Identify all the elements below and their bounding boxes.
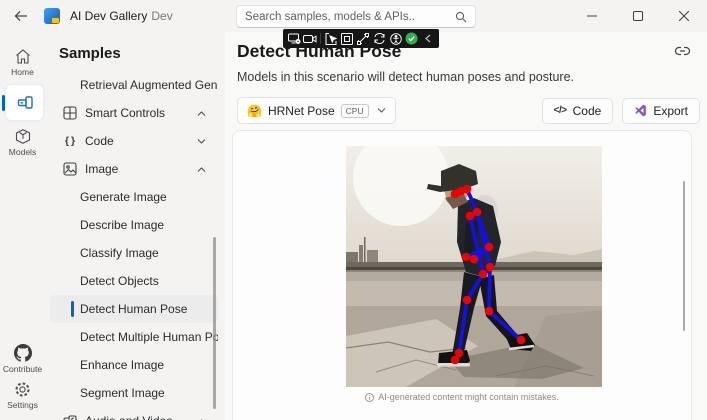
app-window: { "titlebar": { "app_title": "AI Dev Gal… (0, 0, 707, 420)
visual-studio-icon (634, 104, 647, 117)
selection-accent-bar (2, 95, 5, 111)
maximize-icon (633, 11, 643, 21)
sidebar-item-enhance-image[interactable]: Enhance Image (50, 351, 218, 379)
link-icon (675, 46, 690, 56)
chevron-down-icon (377, 108, 386, 113)
camera-switch-icon[interactable] (373, 31, 387, 47)
pointer-select-icon[interactable] (324, 31, 338, 47)
chevron-down-icon (197, 139, 206, 144)
home-icon (14, 48, 32, 65)
rail-item-label: Home (11, 67, 34, 77)
rail-item-models[interactable]: Models (3, 128, 43, 157)
video-camera-icon[interactable] (303, 31, 317, 47)
rail-item-label: Contribute (3, 364, 42, 374)
sidebar-item-describe-image[interactable]: Describe Image (50, 211, 218, 239)
chevron-up-icon (197, 111, 206, 116)
transform-arrows-icon[interactable] (356, 31, 370, 47)
rail-item-contribute[interactable]: Contribute (3, 344, 43, 374)
search-icon (455, 11, 467, 23)
ai-disclaimer: AI-generated content might contain mista… (233, 392, 691, 402)
sidebar-item-classify-image[interactable]: Classify Image (50, 239, 218, 267)
sidebar-item-retrieval-augmented-generation[interactable]: Retrieval Augmented Generation (50, 71, 218, 99)
close-icon (679, 11, 689, 21)
close-button[interactable] (661, 0, 707, 32)
pose-result-image (346, 146, 602, 387)
sidebar-item-generate-image[interactable]: Generate Image (50, 183, 218, 211)
back-arrow-icon (14, 10, 28, 22)
sidebar-group-audio-and-video[interactable]: Audio and Video (50, 407, 218, 420)
minimize-button[interactable] (569, 0, 615, 32)
page-description: Models in this scenario will detect huma… (237, 70, 707, 84)
sidebar-item-detect-human-pose[interactable]: Detect Human Pose (50, 295, 218, 323)
card-scrollbar[interactable] (683, 181, 686, 331)
back-button[interactable] (6, 4, 36, 28)
minimize-icon (587, 11, 597, 21)
status-check-icon[interactable] (405, 31, 419, 47)
toolbar-divider (320, 33, 321, 44)
models-box-icon (14, 128, 32, 145)
sample-output-card: AI-generated content might contain mista… (232, 130, 692, 420)
export-button[interactable]: Export (622, 98, 700, 124)
app-title: AI Dev GalleryDev (70, 9, 173, 23)
model-selector[interactable]: 🤗 HRNet Pose CPU (237, 97, 396, 124)
hardware-badge: CPU (341, 104, 369, 118)
rail-item-label: Models (9, 147, 36, 157)
sidebar-item-segment-image[interactable]: Segment Image (50, 379, 218, 407)
maximize-button[interactable] (615, 0, 661, 32)
window-controls (569, 0, 707, 32)
samples-flashlight-icon (15, 94, 34, 111)
gear-icon (14, 381, 31, 398)
copy-link-button[interactable] (669, 40, 695, 62)
grid-icon (60, 106, 80, 120)
capture-toolbar (283, 29, 439, 48)
rail-item-home[interactable]: Home (3, 48, 43, 77)
github-icon (14, 344, 32, 362)
sidebar-item-detect-multiple-human-pose[interactable]: Detect Multiple Human Pose (50, 323, 218, 351)
accessibility-icon[interactable] (389, 31, 403, 47)
huggingface-emoji-icon: 🤗 (247, 105, 262, 117)
collapse-chevron-icon[interactable] (421, 31, 435, 47)
code-button[interactable]: </> Code (542, 98, 614, 124)
main-pane: Detect Human Pose Models in this scenari… (225, 32, 707, 420)
chevron-up-icon (197, 167, 206, 172)
sidebar-item-detect-objects[interactable]: Detect Objects (50, 267, 218, 295)
sidebar-heading: Samples (59, 45, 225, 62)
sidebar-scrollbar[interactable] (213, 237, 216, 409)
app-icon (44, 8, 60, 24)
titlebar: AI Dev GalleryDev Search samples, models… (0, 0, 707, 32)
screen-settings-icon[interactable] (287, 31, 301, 47)
sidebar-group-smart-controls[interactable]: Smart Controls (50, 99, 218, 127)
info-icon (365, 393, 374, 402)
samples-sidebar: Samples Retrieval Augmented Generation S… (45, 32, 225, 420)
nav-rail: Home Models Contribute Settings (0, 32, 45, 420)
region-select-icon[interactable] (340, 31, 354, 47)
audio-video-icon (60, 415, 80, 420)
code-icon: </> (554, 105, 567, 116)
rail-item-settings[interactable]: Settings (3, 381, 43, 410)
sidebar-group-code[interactable]: { } Code (50, 127, 218, 155)
app-title-badge: Dev (151, 9, 172, 23)
image-icon (60, 162, 80, 176)
code-braces-icon: { } (60, 135, 80, 147)
rail-item-label: Settings (7, 400, 38, 410)
search-input[interactable]: Search samples, models & APIs.. (236, 5, 476, 28)
sidebar-group-image[interactable]: Image (50, 155, 218, 183)
search-placeholder: Search samples, models & APIs.. (245, 11, 455, 23)
rail-item-samples[interactable] (5, 84, 44, 121)
model-name: HRNet Pose (268, 104, 335, 118)
